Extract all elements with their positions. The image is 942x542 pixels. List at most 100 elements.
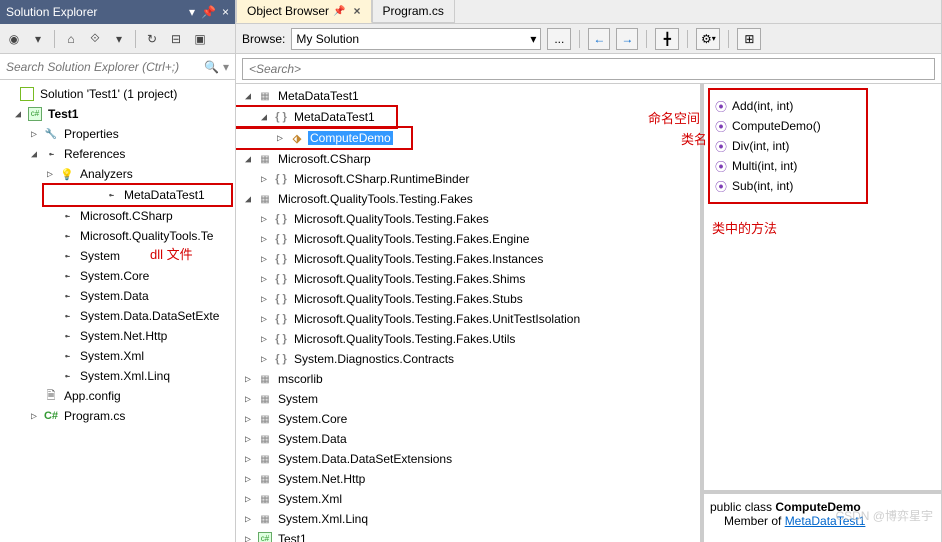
browse-dropdown[interactable]: My Solution ▾ <box>291 28 541 50</box>
settings-button[interactable]: ⚙▾ <box>696 28 720 50</box>
asm-node[interactable]: ▷System.Data.DataSetExtensions <box>236 449 700 469</box>
asm-node[interactable]: ▷System.Xml.Linq <box>236 509 700 529</box>
ns-node[interactable]: ▷{ }Microsoft.QualityTools.Testing.Fakes… <box>236 309 700 329</box>
asm-node[interactable]: ▷System.Data <box>236 429 700 449</box>
config-icon <box>43 388 59 404</box>
ns-node[interactable]: ▷{ }Microsoft.QualityTools.Testing.Fakes… <box>236 329 700 349</box>
member-item[interactable]: ⦿Multi(int, int) <box>712 156 864 176</box>
watermark: CSDN @博弈星宇 <box>835 507 933 524</box>
ref-item[interactable]: System.Core <box>0 266 235 286</box>
close-tab-icon[interactable]: × <box>353 4 360 18</box>
ns-node[interactable]: ▷{ }Microsoft.QualityTools.Testing.Fakes… <box>236 269 700 289</box>
ns-node[interactable]: ▷{ }Microsoft.CSharp.RuntimeBinder <box>236 169 700 189</box>
se-search-input[interactable] <box>6 60 204 74</box>
namespace-icon: { } <box>273 109 289 125</box>
browse-more-button[interactable]: ... <box>547 28 571 50</box>
se-tree: Solution 'Test1' (1 project) ◢ c# Test1 … <box>0 80 235 430</box>
home-button[interactable]: ⌂ <box>61 29 81 49</box>
expand-icon[interactable]: ◢ <box>28 149 40 160</box>
ref-item[interactable]: System.Xml.Linq <box>0 366 235 386</box>
object-browser-panel: Object Browser 📌 × Program.cs Browse: My… <box>236 0 942 542</box>
search-icon[interactable]: 🔍 <box>204 60 219 74</box>
expand-icon[interactable]: ▷ <box>44 169 56 180</box>
ref-item[interactable]: System <box>0 246 235 266</box>
tab-programcs[interactable]: Program.cs <box>372 0 455 23</box>
properties-node[interactable]: ▷ Properties <box>0 124 235 144</box>
asm-node[interactable]: ▷System <box>236 389 700 409</box>
asm-node[interactable]: ▷System.Core <box>236 409 700 429</box>
asm-node[interactable]: ◢Microsoft.QualityTools.Testing.Fakes <box>236 189 700 209</box>
ob-search-input[interactable] <box>242 58 935 80</box>
asm-node[interactable]: ▷c#Test1 <box>236 529 700 542</box>
project-node[interactable]: ◢ c# Test1 <box>0 104 235 124</box>
pin-icon[interactable]: 📌 <box>333 6 345 17</box>
members-redbox: ⦿Add(int, int) ⦿ComputeDemo() ⦿Div(int, … <box>708 88 868 204</box>
ns-node[interactable]: ▷{ }Microsoft.QualityTools.Testing.Fakes… <box>236 289 700 309</box>
ns-node[interactable]: ◢{ }MetaDataTest1 <box>236 107 396 127</box>
references-node[interactable]: ◢ References <box>0 144 235 164</box>
dropdown-icon[interactable]: ▾ <box>189 5 195 19</box>
asm-node[interactable]: ◢MetaDataTest1 <box>236 86 700 106</box>
solution-node[interactable]: Solution 'Test1' (1 project) <box>0 84 235 104</box>
programcs-node[interactable]: ▷ C# Program.cs <box>0 406 235 426</box>
method-icon: ⦿ <box>714 138 728 155</box>
ns-node[interactable]: ▷{ }Microsoft.QualityTools.Testing.Fakes… <box>236 229 700 249</box>
analyzers-icon: 💡 <box>59 166 75 182</box>
asm-node[interactable]: ◢Microsoft.CSharp <box>236 149 700 169</box>
analyzers-node[interactable]: ▷ 💡 Analyzers <box>0 164 235 184</box>
asm-node[interactable]: ▷System.Xml <box>236 489 700 509</box>
back-button[interactable]: ◉ <box>4 29 24 49</box>
ref-item[interactable]: System.Net.Http <box>0 326 235 346</box>
ref-icon <box>103 187 119 203</box>
asm-node[interactable]: ▷System.Net.Http <box>236 469 700 489</box>
solution-explorer-panel: Solution Explorer ▾ 📌 × ◉ ▾ ⌂ ⟐ ▾ ↻ ⊟ ▣ … <box>0 0 236 542</box>
member-item[interactable]: ⦿ComputeDemo() <box>712 116 864 136</box>
ob-body: ◢MetaDataTest1 ◢{ }MetaDataTest1 ▷⬗Compu… <box>236 84 941 542</box>
nav-back-button[interactable]: ← <box>588 28 610 50</box>
close-icon[interactable]: × <box>222 5 229 19</box>
pin-icon[interactable]: 📌 <box>201 5 216 19</box>
ref-item[interactable]: System.Xml <box>0 346 235 366</box>
dd2-button[interactable]: ▾ <box>109 29 129 49</box>
tab-object-browser[interactable]: Object Browser 📌 × <box>236 0 372 23</box>
ns-node[interactable]: ▷{ }Microsoft.QualityTools.Testing.Fakes… <box>236 249 700 269</box>
expand-icon[interactable]: ▷ <box>28 129 40 140</box>
asm-node[interactable]: ▷mscorlib <box>236 369 700 389</box>
member-item[interactable]: ⦿Add(int, int) <box>712 96 864 116</box>
search-dd-icon[interactable]: ▾ <box>223 60 229 74</box>
group-button[interactable]: ⊞ <box>737 28 761 50</box>
expand-icon[interactable]: ▷ <box>28 411 40 422</box>
annotation-dll: dll 文件 <box>150 244 193 263</box>
showall-button[interactable]: ▣ <box>190 29 210 49</box>
collapse-button[interactable]: ⊟ <box>166 29 186 49</box>
ns-node[interactable]: ▷{ }System.Diagnostics.Contracts <box>236 349 700 369</box>
ob-right-panel: ⦿Add(int, int) ⦿ComputeDemo() ⦿Div(int, … <box>704 84 941 542</box>
ref-item[interactable]: System.Data.DataSetExte <box>0 306 235 326</box>
ref-metadatatest1[interactable]: MetaDataTest1 <box>44 185 231 205</box>
nav-fwd-button[interactable]: → <box>616 28 638 50</box>
member-item[interactable]: ⦿Div(int, int) <box>712 136 864 156</box>
dd-button[interactable]: ▾ <box>28 29 48 49</box>
ref-item[interactable]: Microsoft.QualityTools.Te <box>0 226 235 246</box>
annotation-namespace: 命名空间 <box>648 108 700 127</box>
method-icon: ⦿ <box>714 158 728 175</box>
sync-button[interactable]: ⟐ <box>85 29 105 49</box>
expand-icon[interactable]: ◢ <box>12 109 24 120</box>
refresh-button[interactable]: ↻ <box>142 29 162 49</box>
assembly-icon <box>257 88 273 104</box>
annotation-methods: 类中的方法 <box>712 218 937 237</box>
method-icon: ⦿ <box>714 118 728 135</box>
method-icon: ⦿ <box>714 98 728 115</box>
appconfig-node[interactable]: App.config <box>0 386 235 406</box>
se-title-bar: Solution Explorer ▾ 📌 × <box>0 0 235 24</box>
ref-item[interactable]: System.Data <box>0 286 235 306</box>
ref-item[interactable]: Microsoft.CSharp <box>0 206 235 226</box>
member-item[interactable]: ⦿Sub(int, int) <box>712 176 864 196</box>
addref-button[interactable]: ╋ <box>655 28 679 50</box>
chevron-down-icon: ▾ <box>530 32 536 46</box>
ob-search-row <box>236 54 941 84</box>
class-node[interactable]: ▷⬗ComputeDemo <box>236 128 411 148</box>
se-title: Solution Explorer <box>6 5 97 19</box>
method-icon: ⦿ <box>714 178 728 195</box>
ns-node[interactable]: ▷{ }Microsoft.QualityTools.Testing.Fakes <box>236 209 700 229</box>
